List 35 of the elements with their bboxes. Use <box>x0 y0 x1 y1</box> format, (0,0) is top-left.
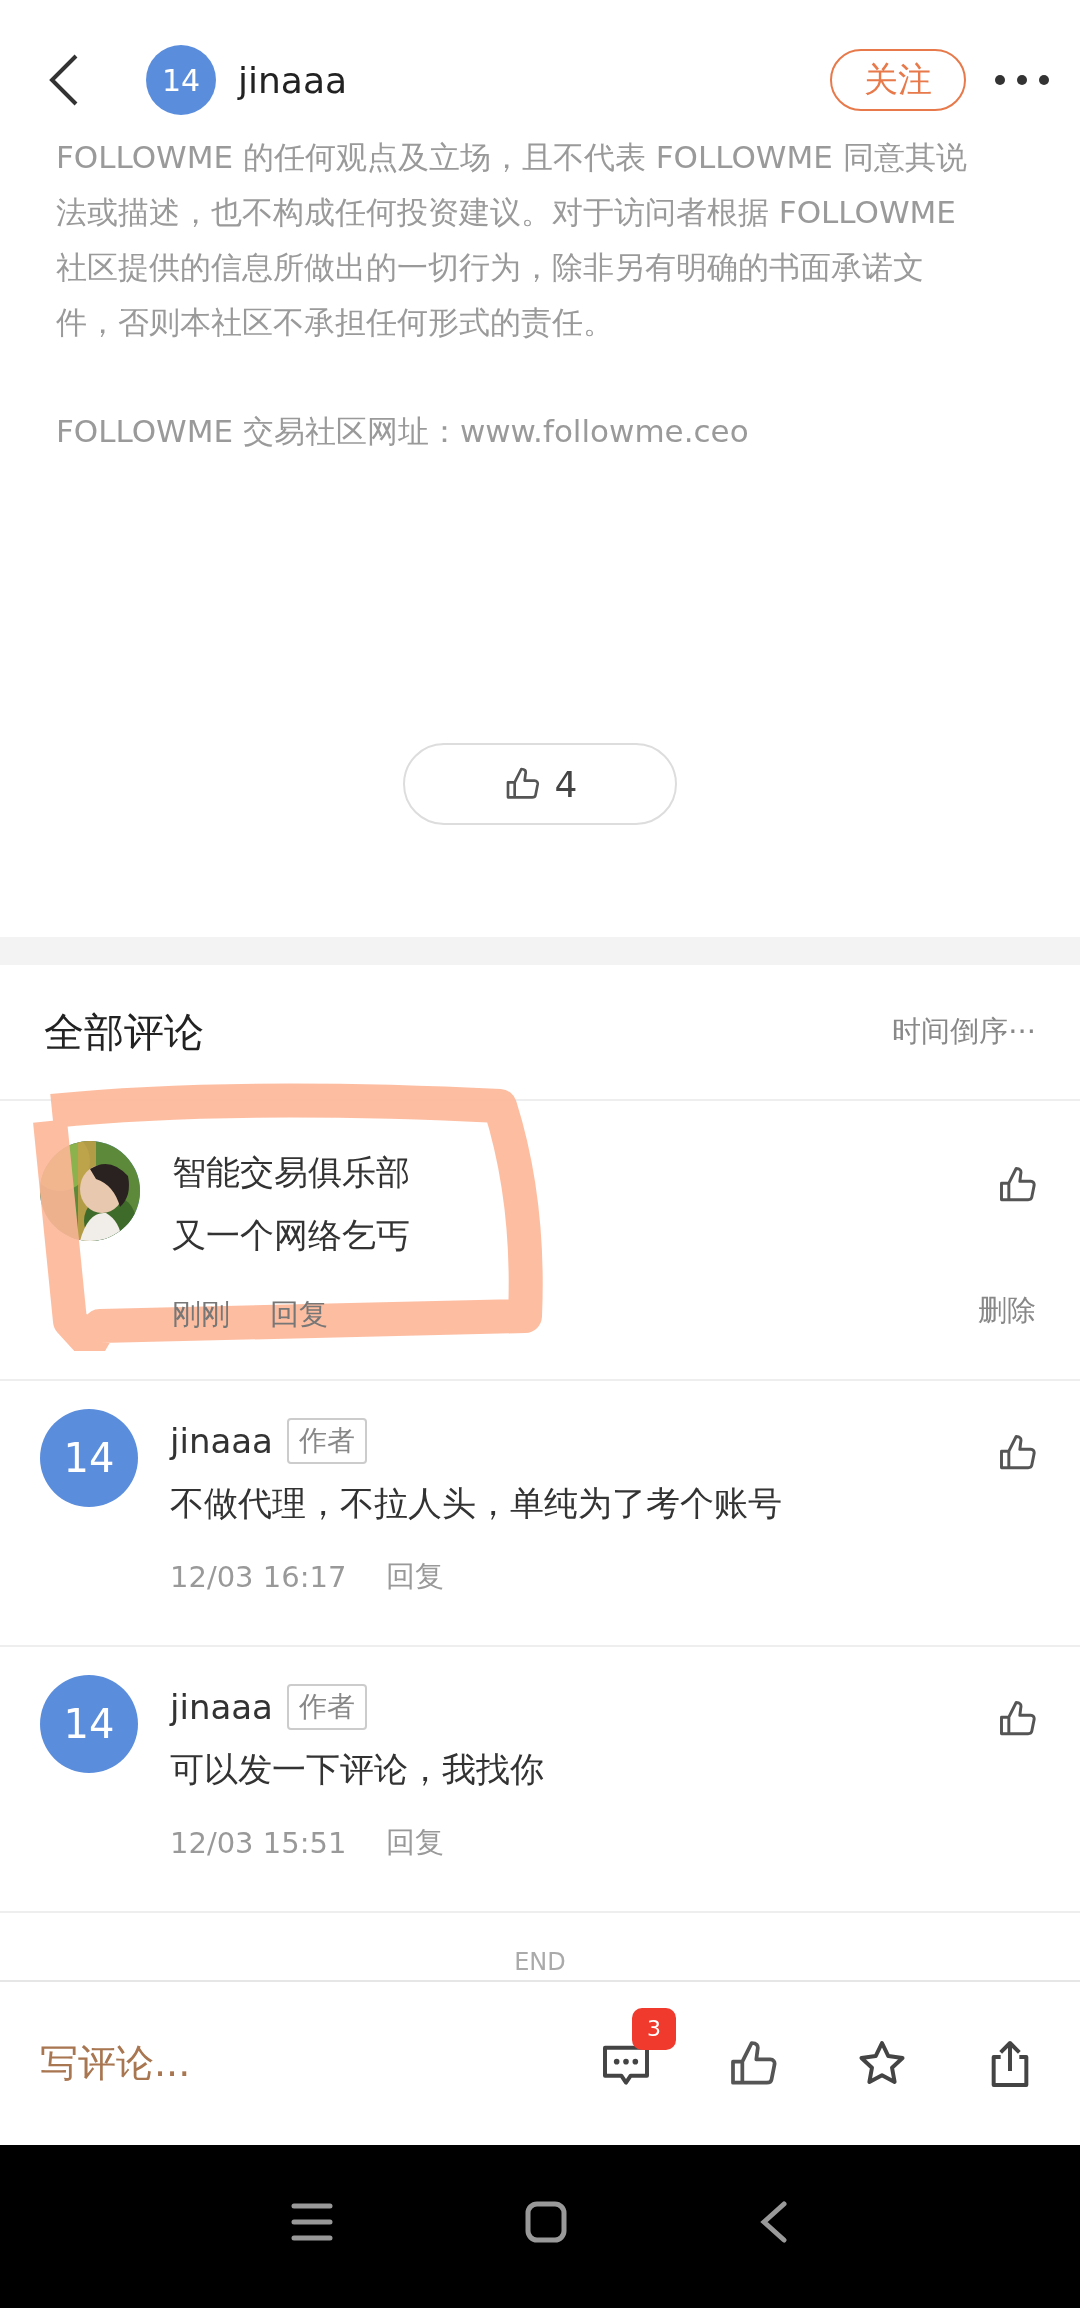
recents-button[interactable] <box>290 2201 334 2242</box>
author-tag: 作者 <box>286 1684 367 1730</box>
comment-time: 12/03 16:17 <box>170 1560 347 1594</box>
follow-button[interactable]: 关注 <box>830 49 966 111</box>
like-button[interactable]: 4 <box>403 743 677 825</box>
comments-title: 全部评论 <box>44 1007 204 1057</box>
commenter-name: jinaaa <box>170 1421 273 1461</box>
end-label: END <box>514 1948 566 1976</box>
square-icon <box>524 2199 568 2244</box>
comment-text: 又一个网络乞丐 <box>172 1214 411 1257</box>
home-button[interactable] <box>524 2199 568 2244</box>
comment-count-badge: 3 <box>632 2007 676 2050</box>
back-icon <box>758 2199 790 2244</box>
avatar[interactable]: 14 <box>40 1675 138 1773</box>
commenter-name: jinaaa <box>170 1687 273 1727</box>
sort-button[interactable]: 时间倒序··· <box>892 1012 1036 1052</box>
commenter-name: 智能交易俱乐部 <box>172 1151 410 1194</box>
username: jinaaa <box>238 59 348 101</box>
comment-input[interactable]: 写评论... <box>40 2038 528 2089</box>
author-tag: 作者 <box>286 1418 367 1464</box>
reply-link[interactable]: 回复 <box>386 1557 445 1597</box>
comment-text: 可以发一下评论，我找你 <box>170 1748 545 1791</box>
avatar[interactable]: 14 <box>146 45 216 115</box>
avatar[interactable]: 14 <box>40 1409 138 1507</box>
menu-icon <box>290 2201 334 2242</box>
reply-link[interactable]: 回复 <box>386 1823 445 1863</box>
article-paragraph: FOLLOWME 交易社区网址：www.followme.ceo <box>56 412 750 451</box>
article-paragraph: FOLLOWME 的任何观点及立场，且不代表 FOLLOWME 同意其说法或描述，也不构成任何投资建议。对于访问者根据 FOLLOWME 社区提供的信息所做出的一切行为，除非另有明确的书面承诺文件，否则本社区不承担任何形式的责任。 <box>56 138 968 342</box>
comment-text: 不做代理，不拉人头，单纯为了考个账号 <box>170 1482 783 1525</box>
comment-time: 12/03 15:51 <box>170 1826 347 1860</box>
more-icon[interactable] <box>994 74 1050 86</box>
back-nav-button[interactable] <box>758 2199 790 2244</box>
reply-link[interactable]: 回复 <box>270 1295 328 1335</box>
comment-time: 刚刚 <box>172 1296 230 1333</box>
delete-link[interactable]: 删除 <box>978 1291 1036 1331</box>
